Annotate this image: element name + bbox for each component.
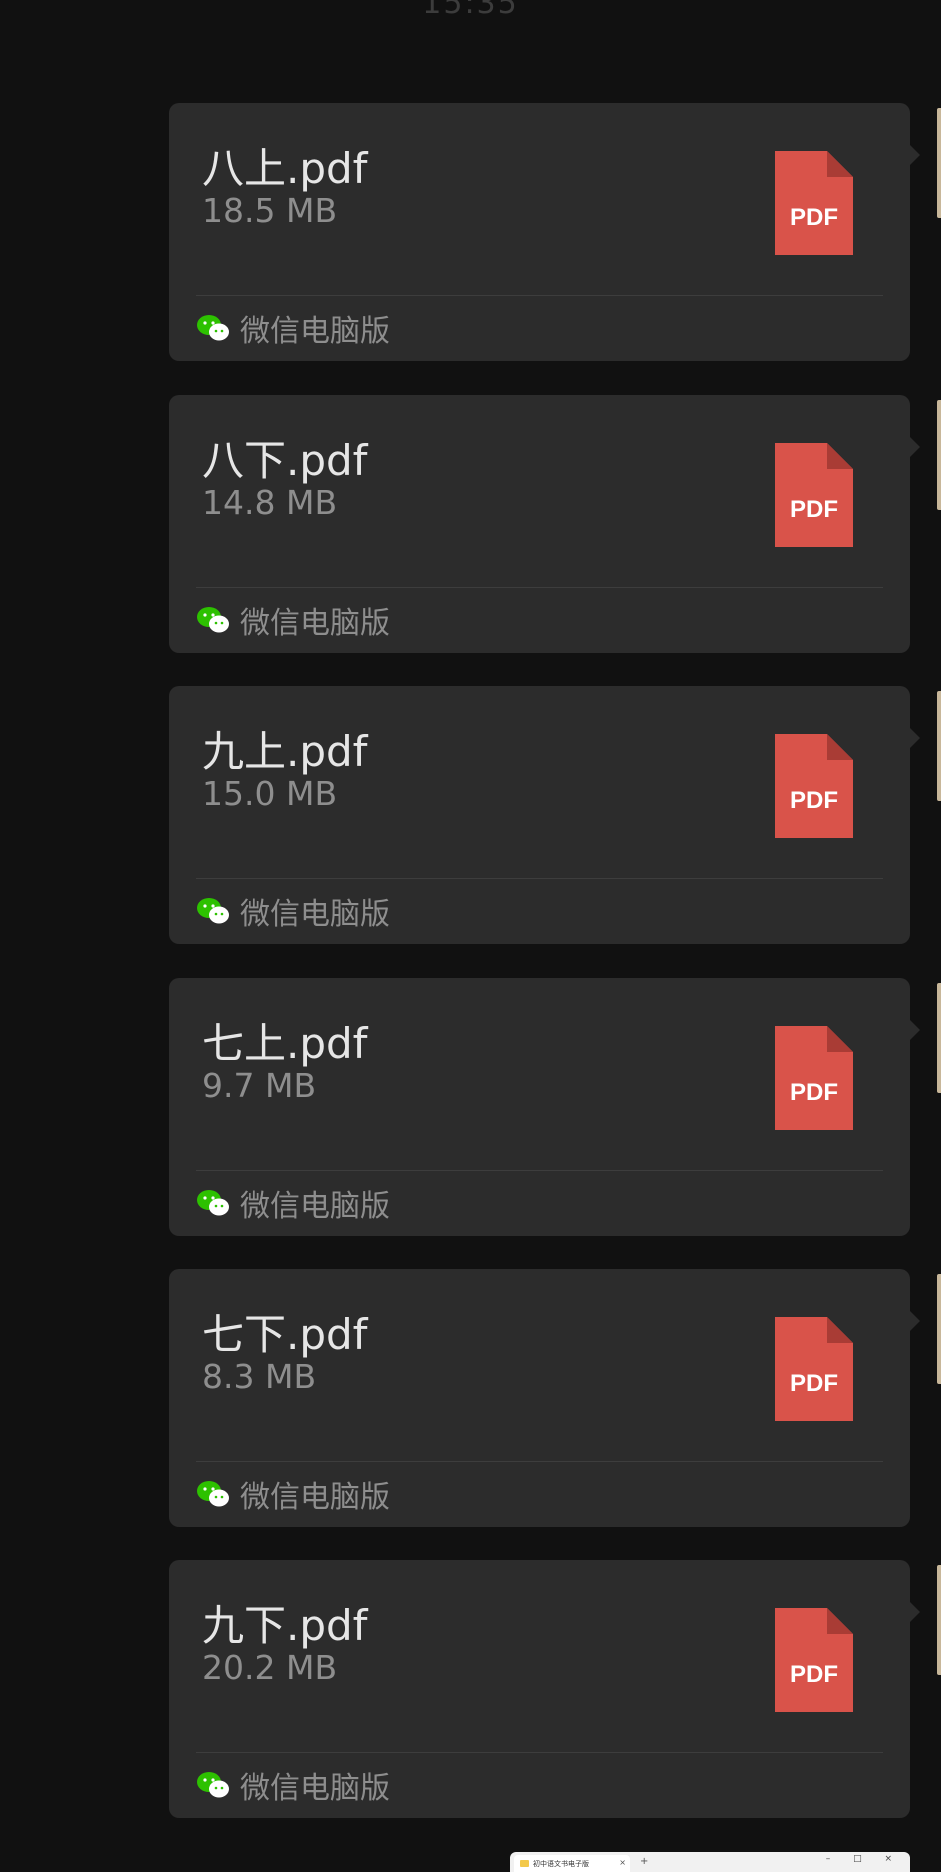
adjacent-bubble-edge [937,1274,941,1384]
bubble-tail [910,437,920,457]
file-message-list: 八上.pdf 18.5 MB PDF 微信电脑版 八下.pdf 14.8 MB [0,0,941,1872]
bubble-tail [910,728,920,748]
pdf-icon-label: PDF [790,204,838,231]
pdf-file-icon[interactable]: PDF [775,443,853,547]
preview-tab[interactable]: 初中语文书电子版 × [514,1855,630,1872]
adjacent-bubble-edge [937,400,941,510]
divider [196,1461,883,1462]
preview-tab-title: 初中语文书电子版 [533,1859,589,1868]
pdf-icon-label: PDF [790,1079,838,1106]
file-message-card[interactable]: 七下.pdf 8.3 MB PDF 微信电脑版 [169,1269,920,1527]
wechat-icon [197,607,229,633]
wechat-icon [197,1772,229,1798]
window-controls[interactable]: – □ × [826,1854,902,1864]
bubble-tail [910,1602,920,1622]
window-preview-thumbnail[interactable]: 初中语文书电子版 × + – □ × [510,1852,910,1872]
file-name: 七下.pdf [202,1310,368,1359]
file-size: 20.2 MB [202,1648,338,1687]
source-label: 微信电脑版 [240,1480,390,1515]
wechat-icon [197,1481,229,1507]
file-message-card[interactable]: 八上.pdf 18.5 MB PDF 微信电脑版 [169,103,920,361]
divider [196,587,883,588]
folder-icon [520,1860,529,1867]
source-row: 微信电脑版 [196,1765,390,1806]
file-name: 九下.pdf [202,1601,368,1650]
file-size: 14.8 MB [202,483,338,522]
file-size: 8.3 MB [202,1357,317,1396]
wechat-icon [197,1190,229,1216]
source-row: 微信电脑版 [196,308,390,349]
adjacent-bubble-edge [937,1565,941,1675]
pdf-icon-label: PDF [790,1661,838,1688]
source-row: 微信电脑版 [196,1183,390,1224]
file-name: 八下.pdf [202,436,368,485]
file-message-card[interactable]: 九下.pdf 20.2 MB PDF 微信电脑版 [169,1560,920,1818]
pdf-file-icon[interactable]: PDF [775,1317,853,1421]
source-row: 微信电脑版 [196,600,390,641]
wechat-icon [197,898,229,924]
file-size: 9.7 MB [202,1066,317,1105]
bubble-tail [910,1020,920,1040]
pdf-icon-label: PDF [790,1370,838,1397]
adjacent-bubble-edge [937,983,941,1093]
file-name: 九上.pdf [202,727,368,776]
bubble-tail [910,145,920,165]
pdf-icon-label: PDF [790,787,838,814]
adjacent-bubble-edge [937,691,941,801]
adjacent-bubble-edge [937,108,941,218]
pdf-icon-label: PDF [790,496,838,523]
source-label: 微信电脑版 [240,1189,390,1224]
file-size: 18.5 MB [202,191,338,230]
divider [196,878,883,879]
new-tab-icon[interactable]: + [640,1856,648,1867]
file-message-card[interactable]: 八下.pdf 14.8 MB PDF 微信电脑版 [169,395,920,653]
source-label: 微信电脑版 [240,606,390,641]
pdf-file-icon[interactable]: PDF [775,1608,853,1712]
source-row: 微信电脑版 [196,1474,390,1515]
divider [196,1170,883,1171]
bubble-tail [910,1311,920,1331]
source-label: 微信电脑版 [240,897,390,932]
file-size: 15.0 MB [202,774,338,813]
tab-close-icon[interactable]: × [619,1858,626,1867]
file-name: 七上.pdf [202,1019,368,1068]
source-row: 微信电脑版 [196,891,390,932]
wechat-icon [197,315,229,341]
divider [196,295,883,296]
source-label: 微信电脑版 [240,1771,390,1806]
file-name: 八上.pdf [202,144,368,193]
pdf-file-icon[interactable]: PDF [775,1026,853,1130]
pdf-file-icon[interactable]: PDF [775,734,853,838]
source-label: 微信电脑版 [240,314,390,349]
divider [196,1752,883,1753]
file-message-card[interactable]: 七上.pdf 9.7 MB PDF 微信电脑版 [169,978,920,1236]
file-message-card[interactable]: 九上.pdf 15.0 MB PDF 微信电脑版 [169,686,920,944]
pdf-file-icon[interactable]: PDF [775,151,853,255]
